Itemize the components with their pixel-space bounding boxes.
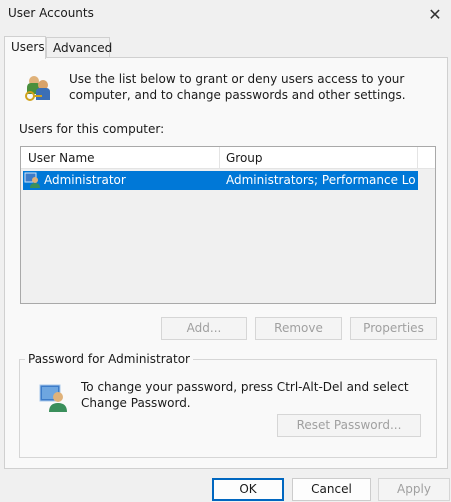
title-bar: User Accounts ✕ [0, 0, 451, 30]
user-icon [24, 172, 41, 192]
column-header-user-name[interactable]: User Name [21, 147, 220, 169]
password-info-text: To change your password, press Ctrl-Alt-… [81, 380, 409, 410]
column-header-group[interactable]: Group [220, 147, 418, 169]
table-row[interactable]: Administrator Administrators; Performanc… [23, 171, 418, 190]
close-icon[interactable]: ✕ [423, 3, 447, 25]
add-button[interactable]: Add... [161, 317, 247, 340]
users-listview[interactable]: User Name Group Administrator Administra… [20, 146, 436, 304]
apply-button[interactable]: Apply [378, 478, 450, 501]
users-icon [21, 72, 55, 109]
users-list-label: Users for this computer: [19, 122, 165, 136]
cancel-button[interactable]: Cancel [292, 478, 371, 501]
row-user-name: Administrator [44, 173, 126, 187]
user-password-icon [39, 383, 69, 416]
tab-users[interactable]: Users [4, 36, 46, 59]
window-title: User Accounts [8, 6, 94, 20]
password-group-title: Password for Administrator [25, 352, 193, 366]
list-header: User Name Group [21, 147, 435, 169]
row-group: Administrators; Performance Log... [226, 173, 416, 187]
ok-button[interactable]: OK [212, 478, 284, 501]
properties-button[interactable]: Properties [350, 317, 437, 340]
remove-button[interactable]: Remove [255, 317, 342, 340]
tab-advanced[interactable]: Advanced [46, 37, 112, 58]
intro-text: Use the list below to grant or deny user… [69, 72, 406, 102]
users-tab-panel: Use the list below to grant or deny user… [4, 57, 448, 469]
reset-password-button[interactable]: Reset Password... [277, 414, 421, 437]
